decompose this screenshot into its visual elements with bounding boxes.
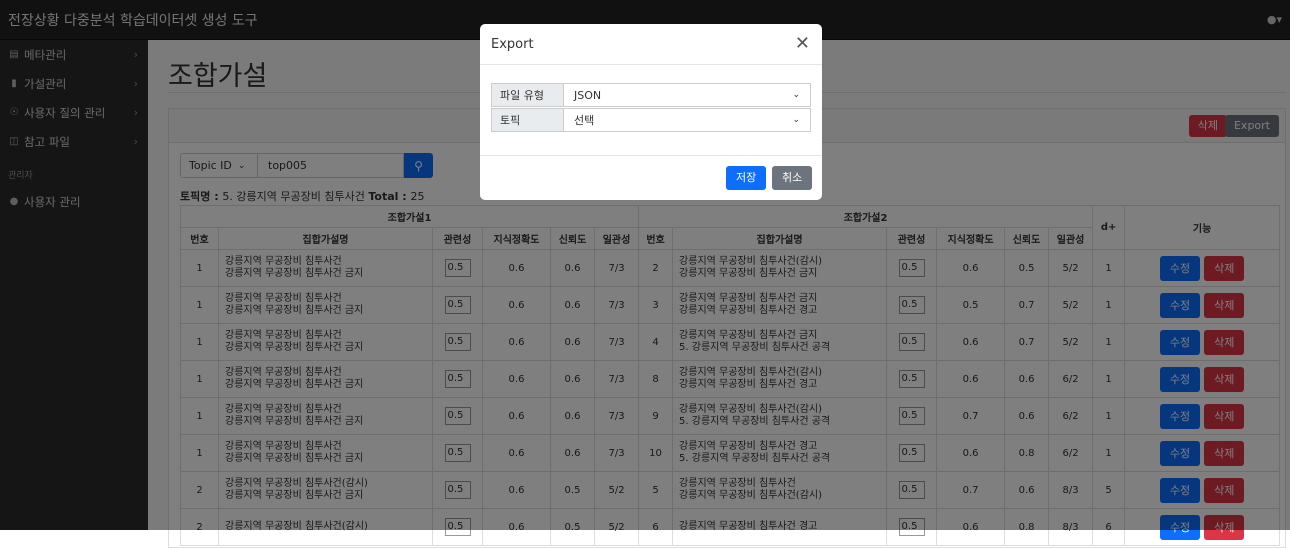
file-type-select[interactable]: JSON ⌄: [564, 83, 811, 107]
chevron-down-icon: ⌄: [792, 90, 800, 100]
file-type-row: 파일 유형 JSON ⌄: [491, 83, 811, 107]
modal-footer: 저장 취소: [480, 155, 822, 200]
close-icon[interactable]: ✕: [795, 33, 810, 54]
export-modal: Export ✕ 파일 유형 JSON ⌄ 토픽 선택 ⌄ 저장 취소: [480, 24, 822, 200]
topic-row: 토픽 선택 ⌄: [491, 108, 811, 132]
file-type-value: JSON: [574, 88, 602, 102]
modal-header: Export ✕: [480, 24, 822, 65]
modal-title: Export: [491, 36, 534, 52]
file-type-label: 파일 유형: [491, 83, 564, 107]
topic-select[interactable]: 선택 ⌄: [564, 108, 811, 132]
save-button[interactable]: 저장: [726, 166, 767, 190]
topic-select-value: 선택: [574, 114, 595, 127]
chevron-down-icon: ⌄: [792, 115, 800, 125]
cancel-button[interactable]: 취소: [772, 166, 813, 190]
modal-body: 파일 유형 JSON ⌄ 토픽 선택 ⌄: [480, 65, 822, 132]
topic-select-label: 토픽: [491, 108, 564, 132]
